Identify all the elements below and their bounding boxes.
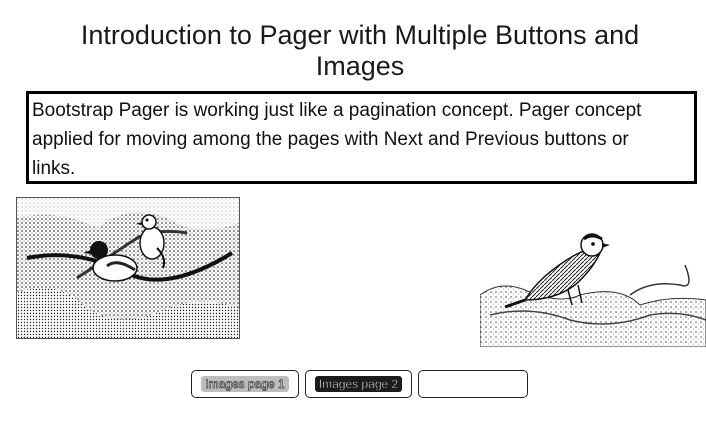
images-page-2-label: Images page 2 [314,376,403,392]
images-page-1-button[interactable]: Images page 1 [191,370,299,398]
images-page-1-label: Images page 1 [201,376,289,392]
sparrow-on-rock-image [480,225,706,347]
bird-pair-photo-icon [17,198,239,338]
birds-on-branch-image [16,197,240,339]
pager-third-label [469,386,477,388]
intro-line-1: Bootstrap Pager is working just like a p… [32,100,642,121]
pager-third-button[interactable] [418,370,528,398]
intro-line-2: applied for moving among the pages with … [32,129,629,150]
intro-text-box: Bootstrap Pager is working just like a p… [26,91,697,184]
sparrow-photo-icon [480,233,706,347]
images-page-2-button[interactable]: Images page 2 [305,370,412,398]
page-title: Introduction to Pager with Multiple Butt… [80,20,640,81]
intro-line-3: links. [32,158,76,179]
